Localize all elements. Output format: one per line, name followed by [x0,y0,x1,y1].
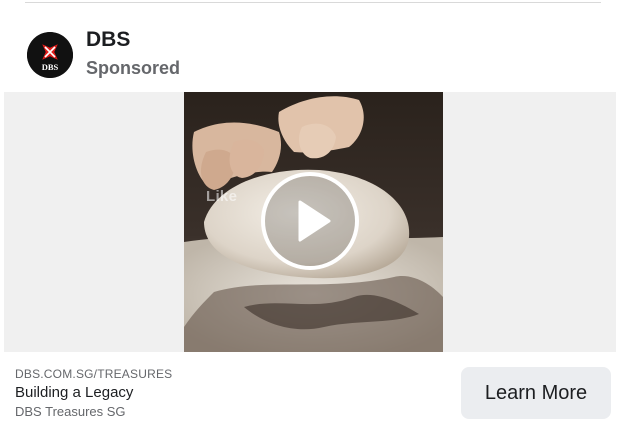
video-player[interactable]: Like [184,92,443,352]
ad-media: Like [4,92,616,352]
sponsored-label[interactable]: Sponsored [86,58,180,79]
logo-text: DBS [42,62,59,72]
video-watermark: Like [206,188,238,205]
play-button[interactable] [261,172,359,270]
page-name-link[interactable]: DBS [86,28,130,52]
dbs-logo-icon[interactable]: DBS [27,32,73,78]
ad-footer[interactable]: DBS.COM.SG/TREASURES Building a Legacy D… [0,352,620,427]
ad-headline[interactable]: Building a Legacy [15,384,133,401]
ad-domain[interactable]: DBS.COM.SG/TREASURES [15,367,172,381]
play-icon [298,200,331,242]
ad-header: DBS DBS Sponsored [0,0,620,92]
ad-description[interactable]: DBS Treasures SG [15,404,126,419]
learn-more-button[interactable]: Learn More [461,367,611,419]
